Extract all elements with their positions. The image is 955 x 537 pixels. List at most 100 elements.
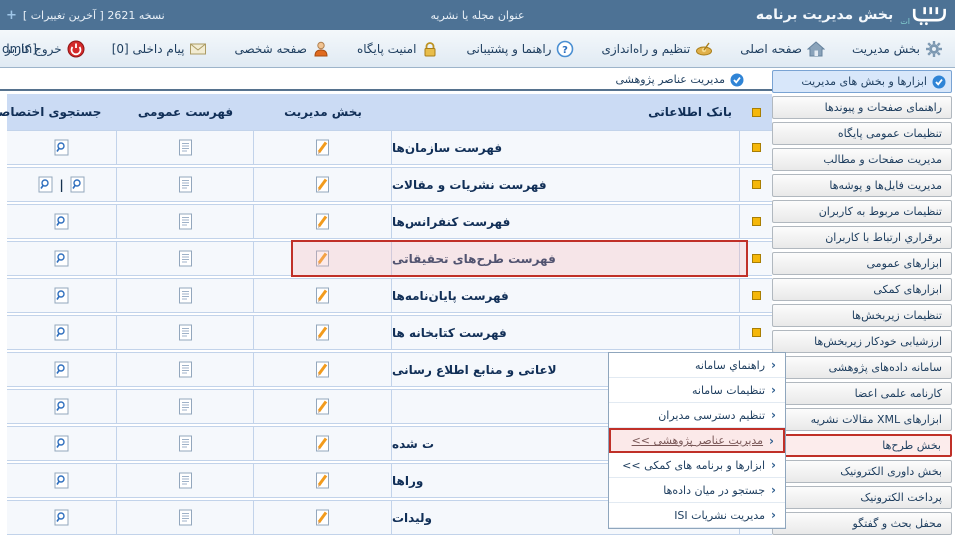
toolbar-item-personal-page[interactable]: صفحه شخصی	[234, 40, 329, 58]
edit-icon[interactable]	[314, 398, 331, 415]
document-icon[interactable]	[177, 472, 194, 489]
toolbar-item-setup[interactable]: تنظیم و راه‌اندازی	[601, 40, 713, 58]
toolbar-item-internal-message[interactable]: پیام داخلی [0]	[112, 40, 208, 58]
menu-item-label: راهنماي سامانه	[695, 359, 765, 372]
search-page-icon[interactable]	[53, 435, 70, 452]
edit-icon[interactable]	[314, 139, 331, 156]
chevron-icon: ‹	[771, 358, 776, 372]
menu-item-label: ابزارها و برنامه های کمکی >>	[622, 459, 765, 472]
document-icon[interactable]	[177, 139, 194, 156]
col-header-bank: بانک اطلاعاتی	[392, 105, 740, 119]
search-page-icon[interactable]	[53, 213, 70, 230]
toolbar-item-help[interactable]: راهنما و پشتیبانی	[466, 40, 574, 58]
user-icon	[312, 40, 330, 58]
document-icon[interactable]	[177, 176, 194, 193]
edit-icon[interactable]	[314, 472, 331, 489]
sidebar-item-forum[interactable]: محفل بحث و گفتگو	[772, 512, 952, 535]
sidebar-item-e-review[interactable]: بخش داوری الکترونیک	[772, 460, 952, 483]
sidebar-item-projects-section[interactable]: بخش طرح‌ها	[772, 434, 952, 457]
sidebar-item-e-payment[interactable]: پرداخت الکترونیک	[772, 486, 952, 509]
sidebar-item-label: تنظیمات عمومی پایگاه	[838, 123, 942, 144]
sidebar-item-members-cv[interactable]: کارنامه علمی اعضا	[772, 382, 952, 405]
search-page-icon[interactable]	[53, 509, 70, 526]
document-icon[interactable]	[177, 250, 194, 267]
help-icon	[556, 40, 574, 58]
menu-item-label: مدیریت عناصر پژوهشی >>	[632, 434, 763, 447]
menu-item-admin-access[interactable]: ‹ تنظیم دسترسی مدیران	[609, 403, 785, 428]
bullet-icon	[752, 180, 761, 189]
menu-item-system-settings[interactable]: ‹ تنظیمات سامانه	[609, 378, 785, 403]
col-header-admin: بخش مدیریت	[254, 105, 392, 119]
document-icon[interactable]	[177, 435, 194, 452]
document-icon[interactable]	[177, 324, 194, 341]
sidebar-item-label: مدیریت فایل‌ها و پوشه‌ها	[829, 175, 942, 196]
menu-item-label: جستجو در میان داده‌ها	[663, 484, 765, 497]
search-page-icon[interactable]	[69, 176, 86, 193]
table-header-row: بانک اطلاعاتی بخش مدیریت فهرست عمومی جست…	[7, 94, 772, 130]
chevron-icon: ‹	[771, 483, 776, 497]
sidebar-item-general-settings[interactable]: تنظیمات عمومی پایگاه	[772, 122, 952, 145]
menu-item-isi-journals[interactable]: ‹ مدیریت نشریات ISI	[609, 503, 785, 528]
sidebar-item-files-folders[interactable]: مدیریت فایل‌ها و پوشه‌ها	[772, 174, 952, 197]
sidebar-item-helper-tools[interactable]: ابزارهای کمکی	[772, 278, 952, 301]
version-text[interactable]: نسخه 2621 [ آخرین تغییرات ]	[23, 9, 165, 22]
document-icon[interactable]	[177, 287, 194, 304]
edit-icon[interactable]	[314, 176, 331, 193]
lock-icon	[421, 40, 439, 58]
document-icon[interactable]	[177, 509, 194, 526]
edit-icon[interactable]	[314, 287, 331, 304]
document-icon[interactable]	[177, 361, 194, 378]
plus-icon[interactable]: +	[6, 8, 17, 23]
menu-item-research-elements[interactable]: ‹ مدیریت عناصر پژوهشی >>	[609, 428, 785, 453]
search-page-icon[interactable]	[53, 361, 70, 378]
sidebar-item-subsection-settings[interactable]: تنظیمات زیربخش‌ها	[772, 304, 952, 327]
check-circle-icon	[932, 75, 946, 89]
sidebar-item-label: پرداخت الکترونیک	[860, 487, 942, 508]
edit-icon[interactable]	[314, 213, 331, 230]
launch-icon	[695, 40, 713, 58]
search-page-icon[interactable]	[37, 176, 54, 193]
row-label: فهرست طرح‌های تحقیقاتی	[392, 242, 740, 275]
sidebar-item-user-settings[interactable]: تنظیمات مربوط به کاربران	[772, 200, 952, 223]
col-header-special-search: جستجوی اختصاصی	[0, 105, 101, 119]
check-circle-icon	[730, 73, 744, 87]
document-icon[interactable]	[177, 398, 194, 415]
sidebar-item-pages-links-guide[interactable]: راهنمای صفحات و پیوندها	[772, 96, 952, 119]
menu-item-tools-helper-programs[interactable]: ‹ ابزارها و برنامه های کمکی >>	[609, 453, 785, 478]
search-page-icon[interactable]	[53, 287, 70, 304]
chevron-icon: ‹	[771, 508, 776, 522]
search-page-icon[interactable]	[53, 472, 70, 489]
search-page-icon[interactable]	[53, 139, 70, 156]
sidebar-item-pages-content[interactable]: مدیریت صفحات و مطالب	[772, 148, 952, 171]
sidebar: ابزارها و بخش های مدیریت راهنمای صفحات و…	[772, 70, 952, 535]
sidebar-header[interactable]: ابزارها و بخش های مدیریت	[772, 70, 952, 93]
toolbar-item-security[interactable]: امنیت پایگاه	[357, 40, 440, 58]
sidebar-item-research-data-system[interactable]: سامانه داده‌های پژوهشی	[772, 356, 952, 379]
sidebar-item-subsection-evaluation[interactable]: ارزشیابی خودکار زیربخش‌ها	[772, 330, 952, 353]
toolbar-item-home[interactable]: صفحه اصلی	[740, 40, 825, 58]
toolbar-label: امنیت پایگاه	[357, 42, 417, 56]
menu-item-data-search[interactable]: ‹ جستجو در میان داده‌ها	[609, 478, 785, 503]
menu-item-system-guide[interactable]: ‹ راهنماي سامانه	[609, 353, 785, 378]
edit-icon[interactable]	[314, 509, 331, 526]
sidebar-item-label: بخش طرح‌ها	[882, 435, 941, 456]
search-page-icon[interactable]	[53, 324, 70, 341]
search-page-icon[interactable]	[53, 250, 70, 267]
sidebar-item-xml-tools[interactable]: ابزارهای XML مقالات نشریه	[772, 408, 952, 431]
edit-icon[interactable]	[314, 250, 331, 267]
sidebar-item-general-tools[interactable]: ابزارهای عمومی	[772, 252, 952, 275]
table-row: فهرست کنفرانس‌ها	[7, 204, 772, 239]
search-page-icon[interactable]	[53, 398, 70, 415]
chevron-icon: ‹	[769, 434, 774, 448]
toolbar-label: راهنما و پشتیبانی	[466, 42, 551, 56]
edit-icon[interactable]	[314, 361, 331, 378]
sidebar-item-user-communication[interactable]: برقراري ارتباط با کاربران	[772, 226, 952, 249]
chevron-icon: ‹	[771, 458, 776, 472]
document-icon[interactable]	[177, 213, 194, 230]
bullet-icon	[752, 143, 761, 152]
edit-icon[interactable]	[314, 324, 331, 341]
edit-icon[interactable]	[314, 435, 331, 452]
toolbar-label: صفحه شخصی	[234, 42, 306, 56]
toolbar-item-admin-section[interactable]: بخش مدیریت	[852, 40, 943, 58]
chevron-icon: ‹	[771, 408, 776, 422]
